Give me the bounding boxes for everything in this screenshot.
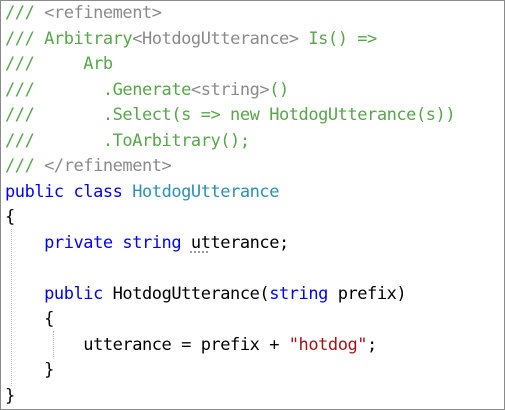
code-token: HotdogUtterance <box>132 181 279 202</box>
code-token: ut <box>190 232 211 253</box>
code-token: HotdogUtterance( <box>112 283 270 304</box>
code-token: terance; <box>210 232 290 253</box>
code-token: private string <box>44 232 191 253</box>
code-token: } <box>5 360 54 380</box>
code-token: <string> <box>190 79 270 100</box>
code-token: prefix) <box>327 283 407 304</box>
code-line[interactable]: { <box>5 307 54 332</box>
code-token: /// <box>5 3 45 23</box>
code-token: <HotdogUtterance> <box>132 28 299 49</box>
code-token: { <box>5 207 15 227</box>
indent-guide-ctor <box>53 331 54 357</box>
code-line[interactable]: } <box>5 358 54 383</box>
code-line[interactable]: utterance = prefix + "hotdog"; <box>5 333 377 358</box>
code-line[interactable]: public HotdogUtterance(string prefix) <box>5 282 407 307</box>
code-line[interactable]: /// Arb <box>5 52 113 77</box>
code-token: /// Arbitrary <box>5 28 133 49</box>
code-token: /// Arb <box>5 54 113 74</box>
code-line[interactable]: /// Arbitrary<HotdogUtterance> Is() => <box>5 27 377 52</box>
code-line[interactable]: private string utterance; <box>5 231 289 256</box>
code-token: utterance = prefix + <box>5 334 289 355</box>
code-token: /// <box>5 156 45 176</box>
code-token: string <box>269 283 328 304</box>
code-line[interactable]: /// <refinement> <box>5 1 162 26</box>
code-line[interactable]: /// </refinement> <box>5 154 172 179</box>
code-token: "hotdog" <box>288 334 368 355</box>
code-token: { <box>5 309 54 329</box>
code-token: /// .Generate <box>5 79 191 100</box>
code-token: } <box>5 385 15 406</box>
code-line[interactable]: /// .ToArbitrary(); <box>5 129 250 154</box>
code-token: /// .Select(s => new HotdogUtterance(s)) <box>5 105 456 125</box>
code-line[interactable]: public class HotdogUtterance <box>5 180 279 205</box>
code-token: /// .ToArbitrary(); <box>5 130 250 151</box>
indent-guide-class <box>11 229 12 386</box>
code-line[interactable]: /// .Generate<string>() <box>5 78 289 103</box>
code-token: <refinement> <box>44 3 162 23</box>
code-token: </refinement> <box>44 156 172 176</box>
code-line[interactable]: /// .Select(s => new HotdogUtterance(s)) <box>5 103 456 128</box>
code-token: public class <box>5 181 133 202</box>
code-token: ; <box>367 334 377 355</box>
code-token: public <box>44 283 113 304</box>
code-editor[interactable]: /// <refinement>/// Arbitrary<HotdogUtte… <box>0 0 505 410</box>
code-token: () <box>269 79 289 100</box>
code-token: Is() => <box>298 28 377 49</box>
code-line[interactable]: } <box>5 384 15 409</box>
code-line[interactable]: { <box>5 205 15 230</box>
